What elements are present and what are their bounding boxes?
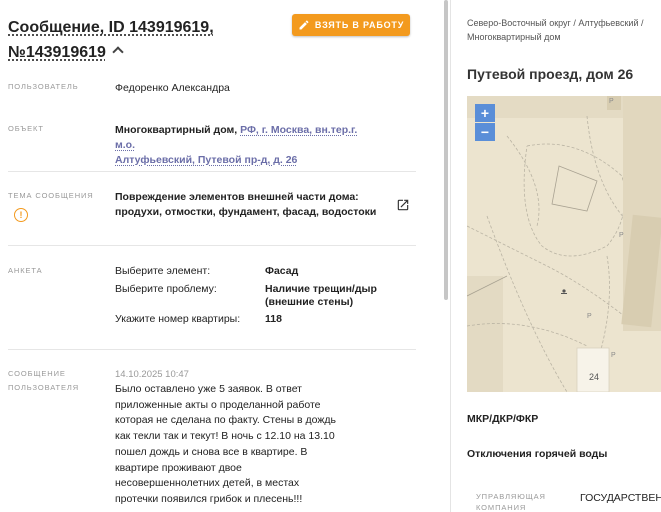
management-label-line-1: УПРАВЛЯЮЩАЯ bbox=[476, 492, 546, 501]
take-to-work-label: ВЗЯТЬ В РАБОТУ bbox=[314, 20, 405, 30]
topic-label: ТЕМА СООБЩЕНИЯ bbox=[8, 191, 94, 200]
survey-answer-1: Фасад bbox=[265, 265, 299, 277]
management-label-line-2: КОМПАНИЯ bbox=[476, 503, 527, 512]
user-value: Федоренко Александра bbox=[115, 82, 230, 94]
warning-icon: ! bbox=[14, 208, 28, 222]
survey-label: АНКЕТА bbox=[8, 266, 43, 275]
survey-answer-2: Наличие трещин/дыр (внешние стены) bbox=[265, 283, 377, 308]
survey-answer-3: 118 bbox=[265, 313, 282, 325]
parking-marker: P bbox=[611, 352, 616, 359]
management-company-value: ГОСУДАРСТВЕННОЕ bbox=[580, 492, 661, 504]
zoom-out-button[interactable]: − bbox=[475, 123, 495, 141]
object-value: Многоквартирный дом, РФ, г. Москва, вн.т… bbox=[115, 123, 375, 168]
page-title: Сообщение, ID 143919619, №143919619 bbox=[8, 15, 278, 65]
parking-marker: P bbox=[619, 232, 624, 239]
repair-program-row[interactable]: МКР/ДКР/ФКР bbox=[467, 413, 538, 425]
breadcrumb: Северо-Восточный округ / Алтуфьевский / … bbox=[467, 16, 661, 44]
chevron-up-icon[interactable] bbox=[112, 46, 124, 58]
divider bbox=[8, 171, 416, 172]
message-timestamp: 14.10.2025 10:47 bbox=[115, 369, 189, 380]
zoom-in-button[interactable]: + bbox=[475, 104, 495, 122]
parking-marker: P bbox=[587, 313, 592, 320]
breadcrumb-line-2: Многоквартирный дом bbox=[467, 32, 561, 42]
building-number-label: 24 bbox=[589, 372, 600, 382]
object-label: ОБЪЕКТ bbox=[8, 124, 44, 133]
message-label-line-2: ПОЛЬЗОВАТЕЛЯ bbox=[8, 383, 80, 392]
survey-question-2: Выберите проблему: bbox=[115, 283, 217, 295]
message-label-line-1: СООБЩЕНИЕ bbox=[8, 369, 66, 378]
open-external-icon[interactable] bbox=[396, 198, 410, 212]
divider bbox=[8, 349, 416, 350]
take-to-work-button[interactable]: ВЗЯТЬ В РАБОТУ bbox=[292, 14, 410, 36]
panel-divider bbox=[450, 0, 451, 512]
message-text: Было оставлено уже 5 заявок. В ответ при… bbox=[115, 383, 337, 505]
parking-marker: P bbox=[609, 98, 614, 105]
message-label: СООБЩЕНИЕ ПОЛЬЗОВАТЕЛЯ bbox=[8, 367, 79, 395]
survey-question-1: Выберите элемент: bbox=[115, 265, 211, 277]
user-label: ПОЛЬЗОВАТЕЛЬ bbox=[8, 82, 79, 91]
message-panel: Сообщение, ID 143919619, №143919619 ВЗЯТ… bbox=[0, 0, 440, 512]
scrollbar[interactable] bbox=[444, 0, 448, 300]
title-line-1: Сообщение, ID 143919619, bbox=[8, 19, 214, 36]
breadcrumb-line-1: Северо-Восточный округ / Алтуфьевский / bbox=[467, 18, 644, 28]
pencil-icon bbox=[299, 20, 309, 30]
map[interactable]: + − P P P P 24 bbox=[467, 96, 661, 392]
title-line-2: №143919619 bbox=[8, 44, 106, 61]
map-canvas bbox=[467, 96, 661, 392]
topic-value: Повреждение элементов внешней части дома… bbox=[115, 190, 385, 220]
object-address-link-2[interactable]: Алтуфьевский, Путевой пр-д, д. 26 bbox=[115, 154, 297, 166]
hot-water-outage-row[interactable]: Отключения горячей воды bbox=[467, 448, 607, 460]
divider bbox=[8, 245, 416, 246]
topic-line-2: продухи, отмостки, фундамент, фасад, вод… bbox=[115, 206, 377, 218]
topic-line-1: Повреждение элементов внешней части дома… bbox=[115, 191, 359, 203]
object-type: Многоквартирный дом, bbox=[115, 124, 238, 136]
survey-question-3: Укажите номер квартиры: bbox=[115, 313, 241, 325]
building-address: Путевой проезд, дом 26 bbox=[467, 66, 634, 82]
management-company-label: УПРАВЛЯЮЩАЯ КОМПАНИЯ bbox=[476, 491, 546, 512]
